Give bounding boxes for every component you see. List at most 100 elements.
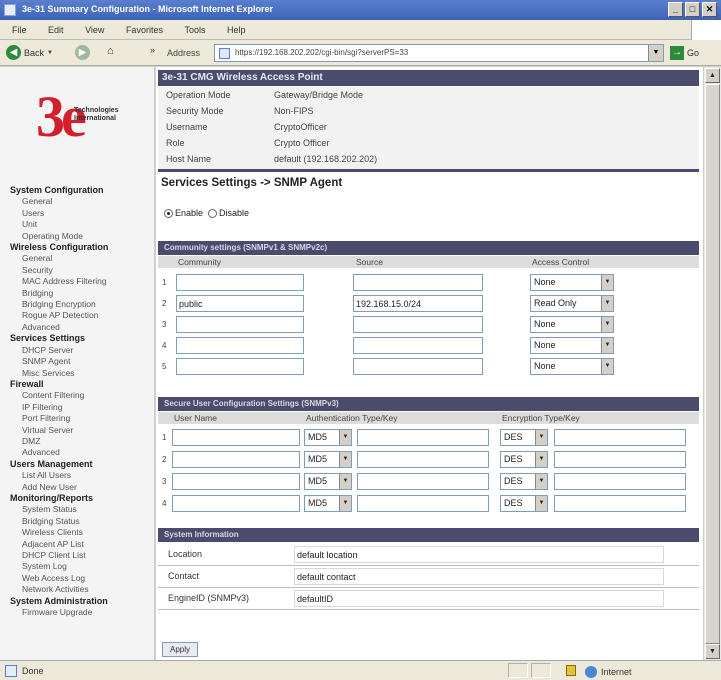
- auth-key-input[interactable]: [357, 495, 489, 512]
- nav-item[interactable]: Web Access Log: [10, 573, 150, 584]
- auth-key-input[interactable]: [357, 429, 489, 446]
- dropdown-arrow-icon[interactable]: ▼: [601, 317, 613, 332]
- nav-item[interactable]: Misc Services: [10, 368, 150, 379]
- menu-favorites[interactable]: Favorites: [114, 20, 170, 35]
- minimize-button[interactable]: _: [668, 2, 683, 17]
- address-dropdown-icon[interactable]: ▼: [648, 45, 663, 61]
- community-source-input[interactable]: [353, 358, 483, 375]
- nav-item[interactable]: General: [10, 253, 150, 264]
- maximize-button[interactable]: □: [685, 2, 700, 17]
- dropdown-arrow-icon[interactable]: ▼: [601, 359, 613, 374]
- auth-type-select[interactable]: MD5 ▼: [304, 495, 352, 512]
- nav-item[interactable]: Users: [10, 208, 150, 219]
- encryption-key-input[interactable]: [554, 429, 686, 446]
- nav-group-label[interactable]: System Configuration: [10, 185, 150, 196]
- nav-item[interactable]: Network Activities: [10, 584, 150, 595]
- dropdown-arrow-icon[interactable]: ▼: [535, 496, 547, 511]
- encryption-key-input[interactable]: [554, 495, 686, 512]
- community-name-input[interactable]: [176, 274, 304, 291]
- auth-type-select[interactable]: MD5 ▼: [304, 451, 352, 468]
- access-control-select[interactable]: None ▼: [530, 316, 614, 333]
- auth-key-input[interactable]: [357, 473, 489, 490]
- community-source-input[interactable]: [353, 316, 483, 333]
- nav-item[interactable]: Content Filtering: [10, 390, 150, 401]
- nav-item[interactable]: Unit: [10, 219, 150, 230]
- close-button[interactable]: ✕: [702, 2, 717, 17]
- system-info-input[interactable]: [294, 590, 664, 607]
- menu-edit[interactable]: Edit: [36, 20, 71, 35]
- nav-item[interactable]: Bridging Status: [10, 516, 150, 527]
- nav-item[interactable]: SNMP Agent: [10, 356, 150, 367]
- nav-group-label[interactable]: Monitoring/Reports: [10, 493, 150, 504]
- nav-item[interactable]: Wireless Clients: [10, 527, 150, 538]
- nav-item[interactable]: Rogue AP Detection: [10, 310, 150, 321]
- toolbar-chevron-button[interactable]: »: [150, 45, 155, 55]
- auth-type-select[interactable]: MD5 ▼: [304, 429, 352, 446]
- community-name-input[interactable]: [176, 358, 304, 375]
- nav-item[interactable]: System Status: [10, 504, 150, 515]
- encryption-key-input[interactable]: [554, 473, 686, 490]
- nav-group-label[interactable]: Users Management: [10, 459, 150, 470]
- dropdown-arrow-icon[interactable]: ▼: [339, 474, 351, 489]
- menu-file[interactable]: File: [0, 20, 34, 35]
- community-source-input[interactable]: [353, 295, 483, 312]
- dropdown-arrow-icon[interactable]: ▼: [601, 338, 613, 353]
- nav-item[interactable]: Operating Mode: [10, 231, 150, 242]
- back-button[interactable]: ◀ Back ▼: [6, 45, 53, 60]
- nav-group-label[interactable]: Services Settings: [10, 333, 150, 344]
- back-dropdown-icon[interactable]: ▼: [47, 50, 53, 56]
- user-name-input[interactable]: [172, 473, 300, 490]
- access-control-select[interactable]: Read Only ▼: [530, 295, 614, 312]
- dropdown-arrow-icon[interactable]: ▼: [535, 474, 547, 489]
- nav-item[interactable]: Port Filtering: [10, 413, 150, 424]
- dropdown-arrow-icon[interactable]: ▼: [339, 496, 351, 511]
- nav-item[interactable]: DHCP Server: [10, 345, 150, 356]
- system-info-input[interactable]: [294, 568, 664, 585]
- nav-item[interactable]: Add New User: [10, 482, 150, 493]
- dropdown-arrow-icon[interactable]: ▼: [339, 430, 351, 445]
- nav-item[interactable]: IP Filtering: [10, 402, 150, 413]
- nav-group-label[interactable]: Firewall: [10, 379, 150, 390]
- community-name-input[interactable]: [176, 295, 304, 312]
- dropdown-arrow-icon[interactable]: ▼: [601, 296, 613, 311]
- nav-item[interactable]: Security: [10, 265, 150, 276]
- enable-radio[interactable]: [164, 208, 173, 218]
- scroll-up-icon[interactable]: ▲: [705, 68, 720, 83]
- nav-item[interactable]: Adjacent AP List: [10, 539, 150, 550]
- apply-button[interactable]: Apply: [162, 642, 198, 657]
- encryption-type-select[interactable]: DES ▼: [500, 429, 548, 446]
- user-name-input[interactable]: [172, 451, 300, 468]
- dropdown-arrow-icon[interactable]: ▼: [535, 452, 547, 467]
- dropdown-arrow-icon[interactable]: ▼: [601, 275, 613, 290]
- dropdown-arrow-icon[interactable]: ▼: [535, 430, 547, 445]
- nav-item[interactable]: List All Users: [10, 470, 150, 481]
- vertical-scrollbar[interactable]: ▲ ▼: [703, 67, 721, 660]
- auth-type-select[interactable]: MD5 ▼: [304, 473, 352, 490]
- menu-view[interactable]: View: [73, 20, 111, 35]
- user-name-input[interactable]: [172, 495, 300, 512]
- nav-item[interactable]: Bridging Encryption: [10, 299, 150, 310]
- nav-group-label[interactable]: Wireless Configuration: [10, 242, 150, 253]
- dropdown-arrow-icon[interactable]: ▼: [339, 452, 351, 467]
- menu-tools[interactable]: Tools: [172, 20, 212, 35]
- disable-radio[interactable]: [208, 208, 218, 218]
- community-name-input[interactable]: [176, 316, 304, 333]
- nav-item[interactable]: General: [10, 196, 150, 207]
- encryption-type-select[interactable]: DES ▼: [500, 495, 548, 512]
- nav-item[interactable]: Firmware Upgrade: [10, 607, 150, 618]
- nav-item[interactable]: MAC Address Filtering: [10, 276, 150, 287]
- address-bar[interactable]: https://192.168.202.202/cgi-bin/sgi?serv…: [214, 44, 664, 62]
- access-control-select[interactable]: None ▼: [530, 337, 614, 354]
- encryption-key-input[interactable]: [554, 451, 686, 468]
- nav-item[interactable]: Advanced: [10, 322, 150, 333]
- encryption-type-select[interactable]: DES ▼: [500, 473, 548, 490]
- scroll-thumb[interactable]: [705, 84, 720, 644]
- nav-item[interactable]: DHCP Client List: [10, 550, 150, 561]
- menu-help[interactable]: Help: [215, 20, 253, 35]
- nav-item[interactable]: DMZ: [10, 436, 150, 447]
- nav-item[interactable]: Advanced: [10, 447, 150, 458]
- nav-item[interactable]: Bridging: [10, 288, 150, 299]
- home-button[interactable]: ⌂: [107, 45, 114, 57]
- nav-group-label[interactable]: System Administration: [10, 596, 150, 607]
- access-control-select[interactable]: None ▼: [530, 274, 614, 291]
